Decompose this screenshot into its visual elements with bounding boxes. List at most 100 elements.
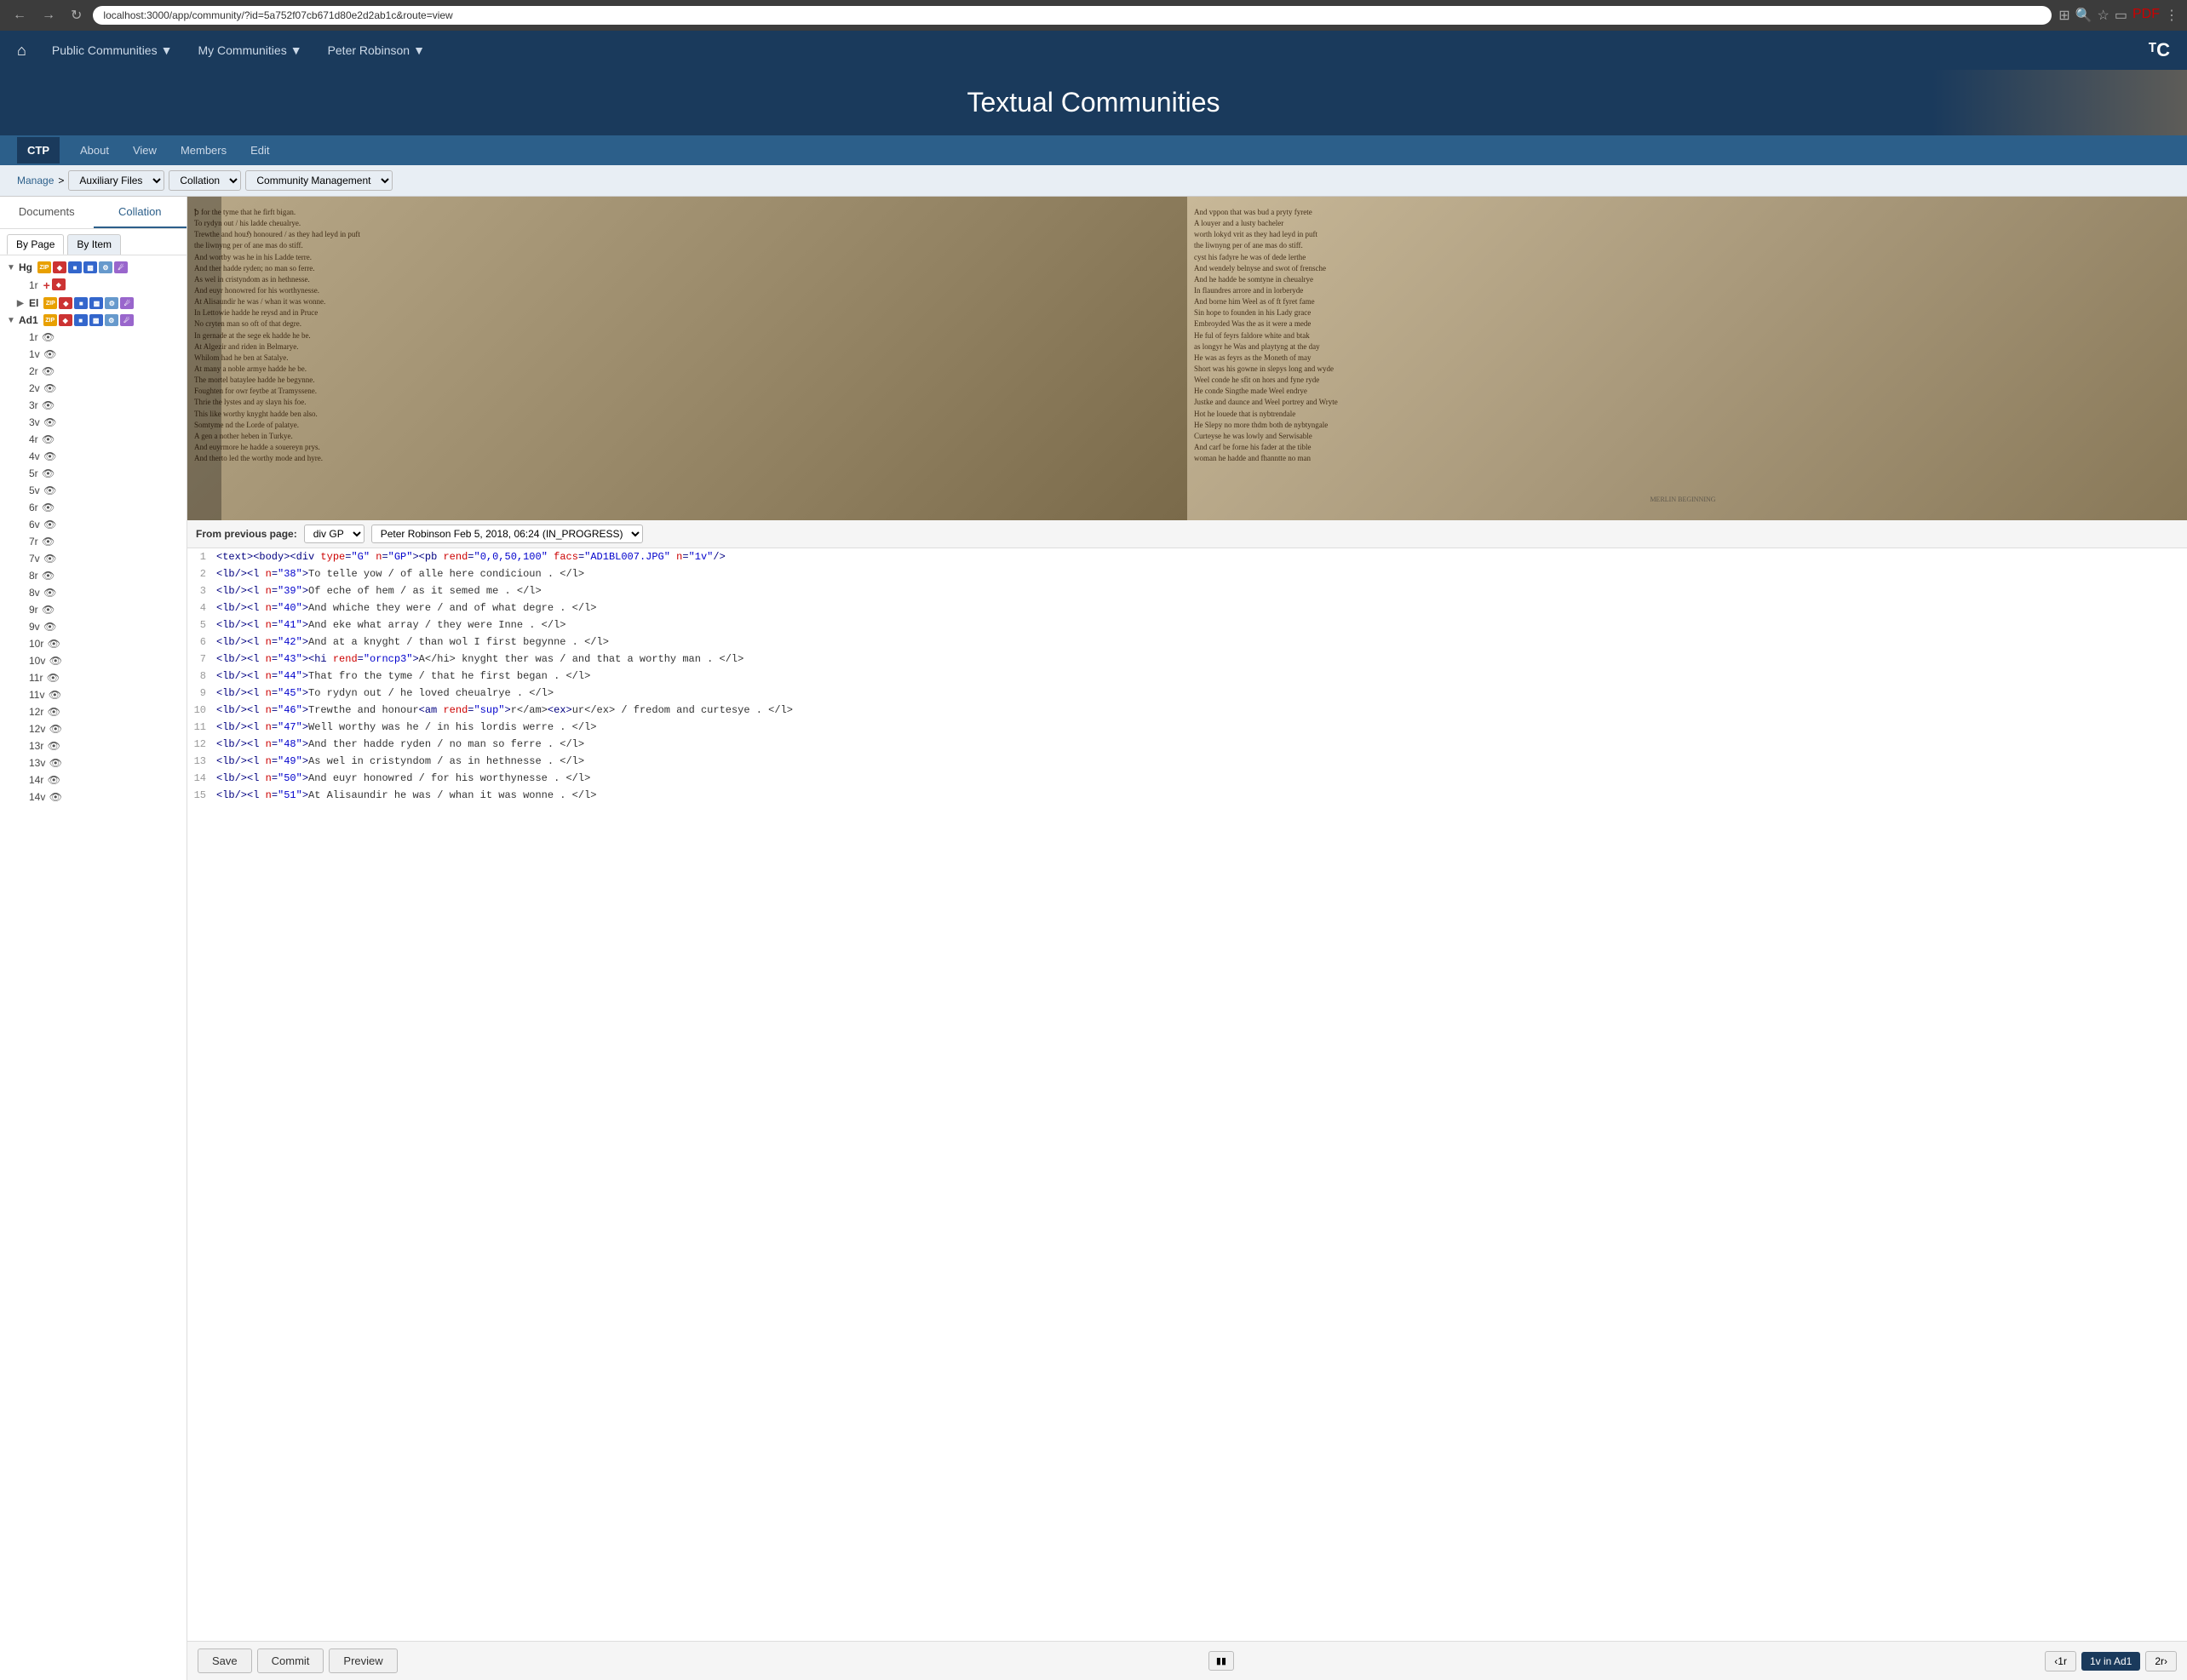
public-communities-link[interactable]: Public Communities ▼ [52,43,173,57]
prev-page-button[interactable]: ‹1r [2045,1651,2076,1671]
ad1-page-1r-label[interactable]: 1r [29,331,38,343]
tab-collation[interactable]: Collation [94,197,187,228]
split-view-button[interactable]: ▮▮ [1208,1651,1234,1671]
ad1-page-14v-eye-icon[interactable]: 👁 [49,791,62,803]
line-content[interactable]: <lb/><l n="51">At Alisaundir he was / wh… [213,788,2187,803]
hg-page-icon[interactable]: ▩ [83,261,97,273]
my-communities-link[interactable]: My Communities ▼ [198,43,301,57]
ad1-page-5r-eye-icon[interactable]: 👁 [42,467,55,479]
ad1-page-11v-eye-icon[interactable]: 👁 [48,689,61,701]
ad1-page-4v-label[interactable]: 4v [29,450,40,462]
ad1-page-4r-label[interactable]: 4r [29,433,38,445]
ad1-page-10v-eye-icon[interactable]: 👁 [49,655,62,667]
hg-1r-add-icon[interactable]: + [43,278,50,292]
line-content[interactable]: <lb/><l n="41">And eke what array / they… [213,617,2187,633]
user-menu-link[interactable]: Peter Robinson ▼ [328,43,425,57]
ad1-img-icon[interactable]: ☄ [120,314,134,326]
tab-documents[interactable]: Documents [0,197,94,228]
collation-dropdown[interactable]: Collation [169,170,241,191]
ad1-page-2r-label[interactable]: 2r [29,365,38,377]
hg-zip-icon[interactable]: ZIP [37,261,51,273]
el-blue-icon[interactable]: ■ [74,297,88,309]
el-expand-arrow[interactable]: ▶ [17,299,26,308]
preview-button[interactable]: Preview [329,1648,397,1673]
ad1-page-1v-eye-icon[interactable]: 👁 [43,348,57,360]
about-link[interactable]: About [68,135,121,165]
hg-img-icon[interactable]: ☄ [114,261,128,273]
ad1-page-7v-label[interactable]: 7v [29,553,40,565]
hg-red-icon[interactable]: ◆ [53,261,66,273]
hg-blue-icon[interactable]: ■ [68,261,82,273]
line-content[interactable]: <lb/><l n="48">And ther hadde ryden / no… [213,737,2187,752]
el-gear-icon[interactable]: ⚙ [105,297,118,309]
ad1-page-11r-label[interactable]: 11r [29,672,43,684]
ad1-page-9v-label[interactable]: 9v [29,621,40,633]
ad1-label[interactable]: Ad1 [19,314,38,326]
ad1-page-6r-eye-icon[interactable]: 👁 [42,502,55,513]
ad1-page-8v-eye-icon[interactable]: 👁 [43,587,57,599]
line-content[interactable]: <lb/><l n="46">Trewthe and honour<am ren… [213,702,2187,718]
next-page-button[interactable]: 2r› [2145,1651,2177,1671]
line-content[interactable]: <lb/><l n="38">To telle yow / of alle he… [213,566,2187,582]
el-red-icon[interactable]: ◆ [59,297,72,309]
editor-user-select[interactable]: Peter Robinson Feb 5, 2018, 06:24 (IN_PR… [371,525,643,543]
commit-button[interactable]: Commit [257,1648,324,1673]
ad1-page-1r-eye-icon[interactable]: 👁 [42,331,55,343]
ad1-page-2v-label[interactable]: 2v [29,382,40,394]
ad1-page-1v-label[interactable]: 1v [29,348,40,360]
ad1-page-10r-label[interactable]: 10r [29,638,43,650]
url-bar[interactable] [93,6,2052,25]
ad1-page-13r-label[interactable]: 13r [29,740,43,752]
ad1-page-12r-eye-icon[interactable]: 👁 [47,706,60,718]
line-content[interactable]: <lb/><l n="43"><hi rend="orncp3">A</hi> … [213,651,2187,667]
hg-expand-arrow[interactable]: ▼ [7,263,15,272]
ad1-page-3v-label[interactable]: 3v [29,416,40,428]
ad1-page-14v-label[interactable]: 14v [29,791,45,803]
view-link[interactable]: View [121,135,169,165]
ad1-page-9v-eye-icon[interactable]: 👁 [43,621,57,633]
ad1-red-icon[interactable]: ◆ [59,314,72,326]
el-page-icon[interactable]: ▩ [89,297,103,309]
ad1-page-7r-label[interactable]: 7r [29,536,38,548]
line-content[interactable]: <text><body><div type="G" n="GP"><pb ren… [213,549,2187,565]
ad1-page-6v-label[interactable]: 6v [29,519,40,530]
line-content[interactable]: <lb/><l n="47">Well worthy was he / in h… [213,720,2187,735]
ad1-page-8v-label[interactable]: 8v [29,587,40,599]
save-button[interactable]: Save [198,1648,252,1673]
ad1-page-9r-eye-icon[interactable]: 👁 [42,604,55,616]
members-link[interactable]: Members [169,135,238,165]
ad1-page-13r-eye-icon[interactable]: 👁 [47,740,60,752]
refresh-button[interactable]: ↻ [66,5,86,26]
hg-gear-icon[interactable]: ⚙ [99,261,112,273]
ad1-page-2v-eye-icon[interactable]: 👁 [43,382,57,394]
forward-button[interactable]: → [37,6,60,25]
ad1-page-3r-eye-icon[interactable]: 👁 [42,399,55,411]
line-content[interactable]: <lb/><l n="39">Of eche of hem / as it se… [213,583,2187,599]
home-icon[interactable]: ⌂ [17,42,26,60]
ad1-page-10r-eye-icon[interactable]: 👁 [47,638,60,650]
back-button[interactable]: ← [9,6,31,25]
ad1-page-7r-eye-icon[interactable]: 👁 [42,536,55,548]
ad1-page-4v-eye-icon[interactable]: 👁 [43,450,57,462]
ad1-page-14r-eye-icon[interactable]: 👁 [47,774,60,786]
ad1-page-12v-label[interactable]: 12v [29,723,45,735]
tab-by-item[interactable]: By Item [67,234,121,255]
ad1-blue-icon[interactable]: ■ [74,314,88,326]
ad1-expand-arrow[interactable]: ▼ [7,316,15,325]
edit-link[interactable]: Edit [238,135,281,165]
ad1-page-9r-label[interactable]: 9r [29,604,38,616]
hg-1r-label[interactable]: 1r [29,279,38,291]
ad1-page-11v-label[interactable]: 11v [29,689,44,701]
hg-label[interactable]: Hg [19,261,32,273]
tab-by-page[interactable]: By Page [7,234,64,255]
ad1-page-6r-label[interactable]: 6r [29,502,38,513]
community-management-dropdown[interactable]: Community Management [245,170,393,191]
ad1-page-7v-eye-icon[interactable]: 👁 [43,553,57,565]
line-content[interactable]: <lb/><l n="40">And whiche they were / an… [213,600,2187,616]
el-label[interactable]: El [29,297,38,309]
line-content[interactable]: <lb/><l n="42">And at a knyght / than wo… [213,634,2187,650]
ad1-gear-icon[interactable]: ⚙ [105,314,118,326]
ad1-page-4r-eye-icon[interactable]: 👁 [42,433,55,445]
ad1-page-12r-label[interactable]: 12r [29,706,43,718]
ad1-page-5v-label[interactable]: 5v [29,485,40,496]
